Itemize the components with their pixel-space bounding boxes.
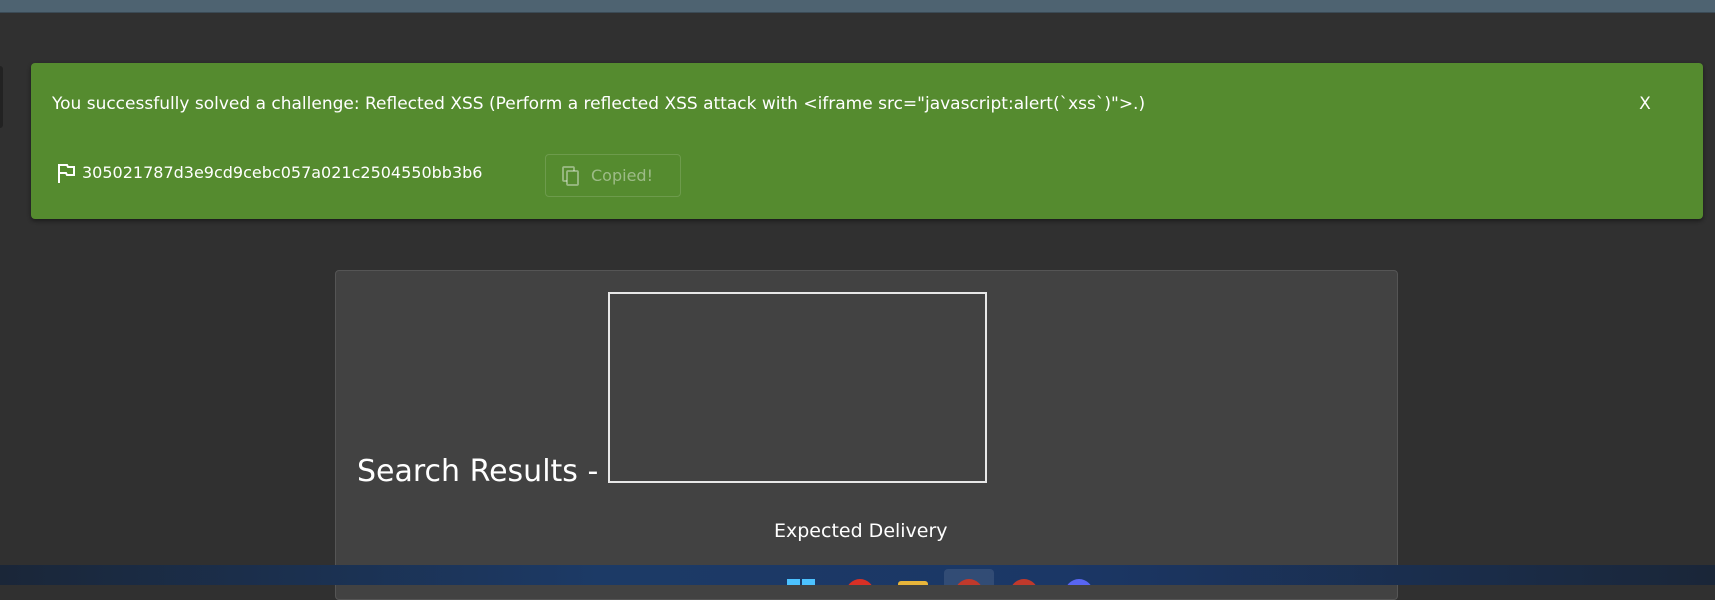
copy-flag-button[interactable]: Copied!	[545, 154, 681, 197]
close-banner-button[interactable]: X	[1634, 92, 1656, 116]
flag-icon	[58, 164, 75, 183]
expected-delivery-header: Expected Delivery	[774, 520, 948, 542]
file-explorer-icon[interactable]	[898, 581, 928, 585]
side-drawer-handle[interactable]	[0, 66, 3, 128]
challenge-message: You successfully solved a challenge: Ref…	[52, 94, 1146, 114]
injected-iframe[interactable]	[608, 292, 987, 483]
search-results-heading: Search Results -	[357, 454, 599, 489]
taskbar	[0, 565, 1715, 585]
challenge-flag-code: 305021787d3e9cd9cebc057a021c2504550bb3b6	[82, 163, 483, 182]
browser-icon[interactable]	[1010, 579, 1038, 585]
copy-button-label: Copied!	[591, 166, 653, 185]
windows-start-icon[interactable]	[787, 579, 815, 585]
copy-icon	[562, 166, 579, 186]
challenge-solved-banner: You successfully solved a challenge: Ref…	[31, 63, 1703, 219]
search-results-card: Search Results - Expected Delivery	[335, 270, 1398, 600]
browser-top-strip	[0, 0, 1715, 13]
app-icon[interactable]	[1065, 579, 1093, 585]
chrome-icon[interactable]	[846, 579, 874, 585]
